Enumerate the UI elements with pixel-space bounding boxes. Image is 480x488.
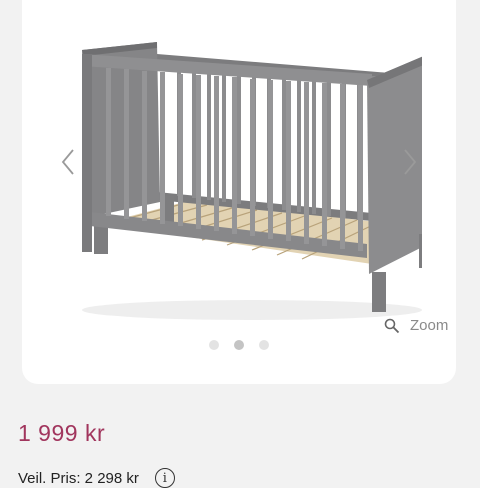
magnifier-icon [384,318,400,333]
gallery-dot-2[interactable] [234,340,244,350]
info-icon[interactable]: i [154,468,175,488]
chevron-left-icon [61,149,74,175]
original-price: Veil. Pris: 2 298 kr [18,469,139,487]
original-price-row: Veil. Pris: 2 298 kr i [18,468,175,488]
gallery-next-button[interactable] [396,148,424,176]
gallery-dot-1[interactable] [209,340,219,350]
gallery-prev-button[interactable] [54,148,82,176]
chevron-right-icon [404,149,417,175]
gallery-pagination [22,340,456,350]
zoom-button[interactable]: Zoom [384,317,448,334]
product-image-card: Zoom [22,0,456,384]
gallery-dot-3[interactable] [259,340,269,350]
product-image-crib [82,42,422,320]
product-price: 1 999 kr [18,420,106,446]
zoom-label: Zoom [410,317,449,334]
info-glyph: i [162,470,167,486]
